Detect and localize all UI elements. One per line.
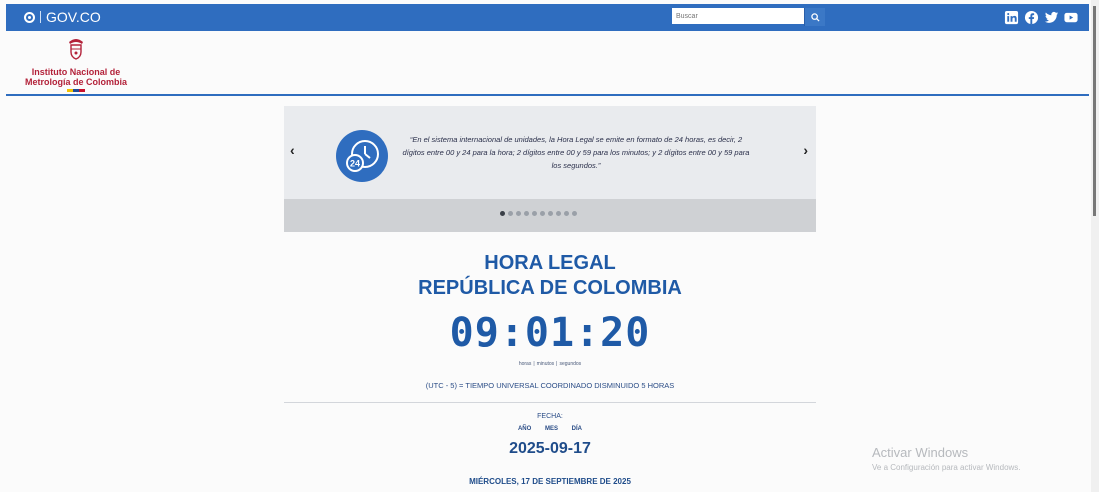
weekday-date-line: MIÉRCOLES, 17 DE SEPTIEMBRE DE 2025 — [469, 477, 631, 486]
unit-minutes: minutos — [536, 361, 555, 367]
header-divider — [6, 94, 1089, 96]
linkedin-icon[interactable] — [1003, 9, 1019, 25]
carousel-dot[interactable] — [556, 211, 561, 216]
institute-name-line2: Metrología de Colombia — [24, 77, 127, 87]
search-button[interactable] — [804, 8, 825, 26]
youtube-icon[interactable] — [1063, 9, 1079, 25]
institute-name-line1: Instituto Nacional de — [31, 67, 121, 77]
svg-text:24: 24 — [350, 159, 360, 169]
gov-top-bar: GOV.CO — [6, 4, 1089, 31]
search-icon — [810, 12, 820, 22]
legal-time-display: 09:01:20 — [449, 310, 651, 356]
carousel-next-button[interactable]: › — [803, 142, 808, 158]
coat-of-arms-icon — [69, 39, 83, 60]
unit-hours: horas — [518, 361, 532, 367]
day-label: DÍA — [571, 426, 583, 432]
carousel-dot[interactable] — [532, 211, 537, 216]
watermark-line2: Ve a Configuración para activar Windows. — [872, 463, 1021, 472]
info-carousel: ‹ 24 “En el sistema internacional de uni… — [284, 106, 816, 232]
time-units-legend: horas | minutos | segundos — [518, 361, 582, 367]
carousel-dot[interactable] — [500, 211, 505, 216]
carousel-quote: “En el sistema internacional de unidades… — [402, 135, 750, 170]
carousel-dot[interactable] — [508, 211, 513, 216]
date-format-legend: AÑO MES DÍA — [284, 426, 816, 432]
carousel-dots — [500, 211, 577, 216]
carousel-dot[interactable] — [524, 211, 529, 216]
24-hour-clock-icon: 24 — [336, 130, 388, 182]
site-header: Instituto Nacional de Metrología de Colo… — [6, 31, 1089, 94]
social-links — [1003, 9, 1079, 25]
inm-logo[interactable]: Instituto Nacional de Metrología de Colo… — [16, 36, 136, 92]
section-divider — [284, 402, 816, 403]
search-box — [672, 8, 825, 26]
gov-co-text: GOV.CO — [46, 9, 101, 25]
search-input[interactable] — [672, 8, 804, 24]
carousel-dot[interactable] — [516, 211, 521, 216]
windows-activation-watermark: Activar Windows Ve a Configuración para … — [872, 445, 1021, 472]
current-date: 2025-09-17 — [509, 440, 591, 457]
twitter-icon[interactable] — [1043, 9, 1059, 25]
carousel-dot[interactable] — [540, 211, 545, 216]
page-title-line2: REPÚBLICA DE COLOMBIA — [418, 277, 682, 299]
colombia-flag-stripe — [67, 89, 85, 92]
utc-offset-note: (UTC - 5) = TIEMPO UNIVERSAL COORDINADO … — [425, 381, 675, 390]
carousel-dot[interactable] — [572, 211, 577, 216]
facebook-icon[interactable] — [1023, 9, 1039, 25]
watermark-line1: Activar Windows — [872, 445, 969, 460]
carousel-prev-button[interactable]: ‹ — [290, 142, 295, 158]
carousel-dot[interactable] — [564, 211, 569, 216]
month-label: MES — [544, 426, 558, 432]
gov-co-logo[interactable]: GOV.CO — [24, 9, 101, 25]
unit-seconds: segundos — [559, 361, 582, 367]
gov-logo-separator — [40, 11, 41, 23]
page-title-line1: HORA LEGAL — [484, 252, 616, 274]
gov-co-mark-icon — [24, 11, 35, 23]
carousel-dot[interactable] — [548, 211, 553, 216]
year-label: AÑO — [517, 426, 532, 432]
scrollbar-thumb[interactable] — [1093, 6, 1096, 216]
date-label: FECHA: — [537, 413, 563, 420]
